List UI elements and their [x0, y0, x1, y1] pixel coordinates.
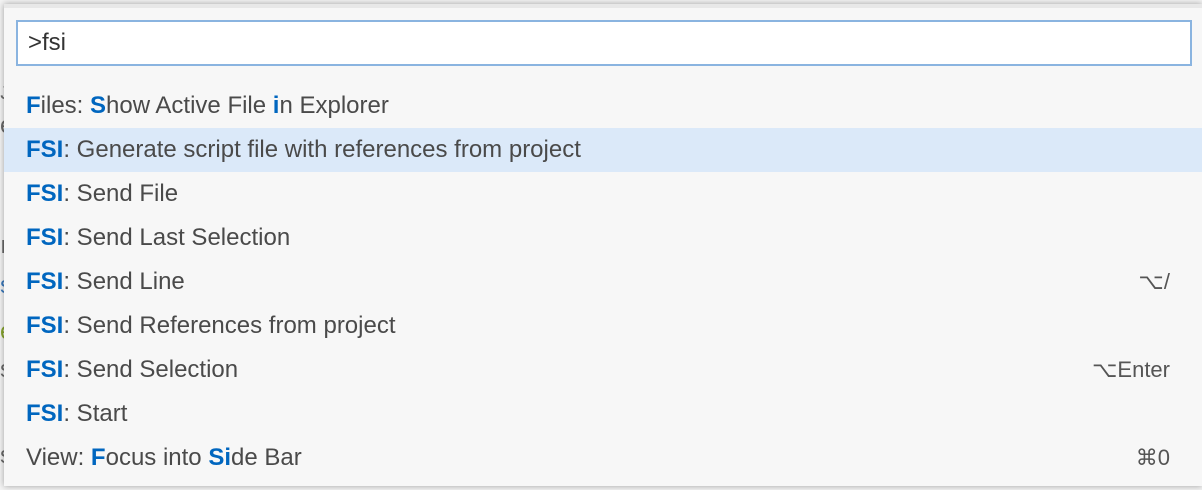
- command-item[interactable]: Files: Show Active File in Explorer: [4, 84, 1202, 128]
- command-label: FSI: Send Selection: [26, 356, 238, 383]
- label-text: : Send Last Selection: [63, 224, 291, 251]
- match-highlight: F: [90, 444, 106, 471]
- label-text: : Send File: [63, 180, 179, 207]
- match-highlight: FSI: [26, 136, 64, 163]
- keybinding-label: ⌘0: [1135, 445, 1170, 470]
- command-label: FSI: Send References from project: [26, 312, 396, 339]
- command-item[interactable]: FSI: Send References from project: [4, 304, 1202, 348]
- label-text: : Start: [63, 400, 128, 427]
- command-item[interactable]: FSI: Send Line ⌥/: [4, 260, 1202, 304]
- command-label: FSI: Send Line: [26, 268, 185, 295]
- palette-top-strip: [4, 4, 1202, 8]
- match-highlight: FSI: [26, 356, 64, 383]
- command-item[interactable]: FSI: Start: [4, 392, 1202, 436]
- command-item[interactable]: FSI: Send File: [4, 172, 1202, 216]
- match-highlight: Si: [208, 444, 232, 471]
- keybinding-label: ⌥/: [1138, 269, 1170, 294]
- label-text: : Send References from project: [63, 312, 396, 339]
- label-text: n Explorer: [279, 92, 389, 119]
- label-text: how Active File: [106, 92, 273, 119]
- command-palette: Files: Show Active File in ExplorerFSI: …: [4, 4, 1202, 486]
- command-label: Files: Show Active File in Explorer: [26, 92, 389, 119]
- command-item[interactable]: FSI: Send Selection ⌥Enter: [4, 348, 1202, 392]
- command-search-box[interactable]: [16, 20, 1192, 66]
- command-label: View: Focus into Side Bar: [26, 444, 302, 471]
- command-label: FSI: Generate script file with reference…: [26, 136, 581, 163]
- label-text: : Generate script file with references f…: [63, 136, 581, 163]
- match-highlight: FSI: [26, 312, 64, 339]
- match-highlight: FSI: [26, 180, 64, 207]
- label-text: ocus into: [105, 444, 209, 471]
- command-item[interactable]: View: Focus into Side Bar ⌘0: [4, 436, 1202, 480]
- match-highlight: FSI: [26, 224, 64, 251]
- label-text: : Send Selection: [63, 356, 239, 383]
- command-item[interactable]: FSI: Generate script file with reference…: [4, 128, 1202, 172]
- match-highlight: FSI: [26, 400, 64, 427]
- match-highlight: FSI: [26, 268, 64, 295]
- label-text: de Bar: [231, 444, 302, 471]
- command-item[interactable]: FSI: Send Last Selection: [4, 216, 1202, 260]
- match-highlight: S: [90, 92, 107, 119]
- command-label: FSI: Send Last Selection: [26, 224, 290, 251]
- command-label: FSI: Start: [26, 400, 127, 427]
- command-search-input[interactable]: [18, 22, 1190, 64]
- keybinding-label: ⌥Enter: [1092, 357, 1170, 382]
- command-label: FSI: Send File: [26, 180, 178, 207]
- command-list: Files: Show Active File in Explorer FSI: …: [4, 84, 1202, 480]
- label-text: View:: [26, 444, 91, 471]
- label-text: iles:: [40, 92, 91, 119]
- label-text: : Send Line: [63, 268, 185, 295]
- match-highlight: F: [26, 92, 41, 119]
